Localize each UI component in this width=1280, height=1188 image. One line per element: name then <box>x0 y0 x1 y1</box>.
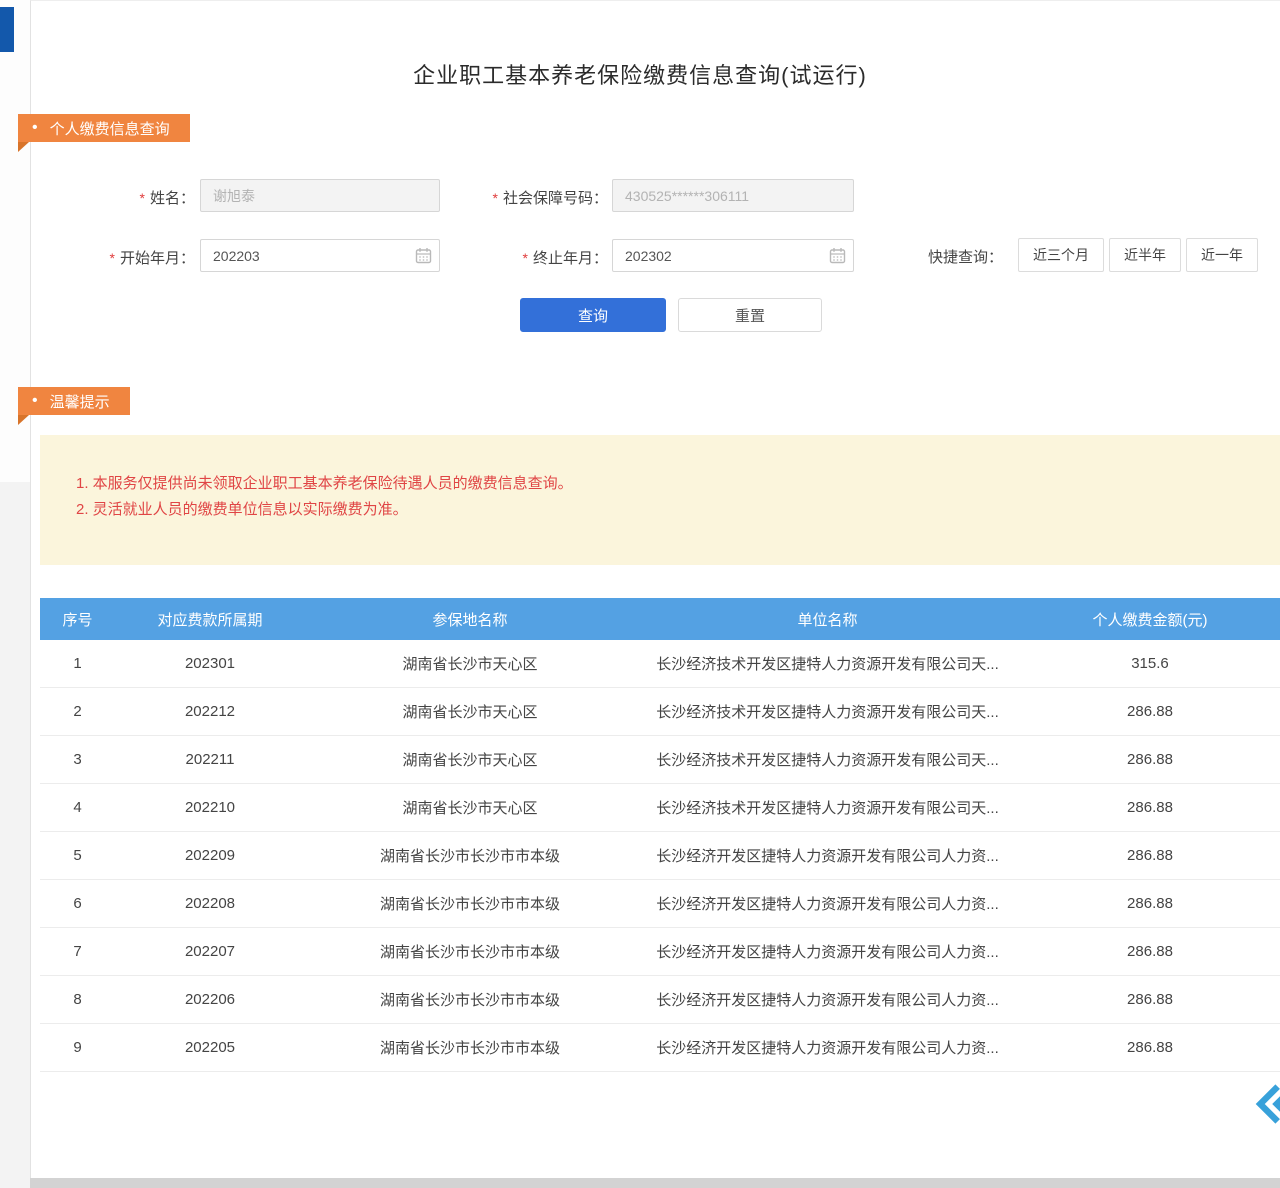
table-header-row: 序号 对应费款所属期 参保地名称 单位名称 个人缴费金额(元) <box>40 598 1280 640</box>
badge-fold-decoration <box>18 142 29 152</box>
header-index: 序号 <box>40 609 115 630</box>
cell-amount: 286.88 <box>1020 799 1280 816</box>
cell-place: 湖南省长沙市长沙市市本级 <box>305 989 635 1010</box>
table-row: 4 202210 湖南省长沙市天心区 长沙经济技术开发区捷特人力资源开发有限公司… <box>40 784 1280 832</box>
cell-index: 1 <box>40 655 115 672</box>
table-row: 2 202212 湖南省长沙市天心区 长沙经济技术开发区捷特人力资源开发有限公司… <box>40 688 1280 736</box>
collapse-chevron-icon[interactable] <box>1252 1082 1280 1126</box>
cell-company: 长沙经济开发区捷特人力资源开发有限公司人力资... <box>635 845 1020 866</box>
cell-period: 202209 <box>115 847 305 864</box>
cell-amount: 286.88 <box>1020 991 1280 1008</box>
warning-panel: 1. 本服务仅提供尚未领取企业职工基本养老保险待遇人员的缴费信息查询。 2. 灵… <box>40 435 1280 565</box>
table-body: 1 202301 湖南省长沙市天心区 长沙经济技术开发区捷特人力资源开发有限公司… <box>40 640 1280 1072</box>
cell-index: 6 <box>40 895 115 912</box>
name-label: *姓名： <box>80 187 195 208</box>
bullet-icon: • <box>32 393 38 409</box>
quick-option-2[interactable]: 近一年 <box>1186 238 1258 272</box>
cell-place: 湖南省长沙市天心区 <box>305 797 635 818</box>
cell-company: 长沙经济技术开发区捷特人力资源开发有限公司天... <box>635 701 1020 722</box>
cell-period: 202207 <box>115 943 305 960</box>
cell-company: 长沙经济开发区捷特人力资源开发有限公司人力资... <box>635 989 1020 1010</box>
cell-place: 湖南省长沙市长沙市市本级 <box>305 893 635 914</box>
section-badge-personal-query: • 个人缴费信息查询 <box>18 114 190 142</box>
cell-place: 湖南省长沙市长沙市市本级 <box>305 941 635 962</box>
cell-index: 3 <box>40 751 115 768</box>
cell-place: 湖南省长沙市天心区 <box>305 701 635 722</box>
table-row: 5 202209 湖南省长沙市长沙市市本级 长沙经济开发区捷特人力资源开发有限公… <box>40 832 1280 880</box>
bottom-scrollbar[interactable] <box>30 1178 1280 1188</box>
cell-period: 202212 <box>115 703 305 720</box>
cell-company: 长沙经济开发区捷特人力资源开发有限公司人力资... <box>635 1037 1020 1058</box>
cell-index: 2 <box>40 703 115 720</box>
end-date-label: *终止年月： <box>482 247 608 268</box>
table-row: 7 202207 湖南省长沙市长沙市市本级 长沙经济开发区捷特人力资源开发有限公… <box>40 928 1280 976</box>
cell-company: 长沙经济技术开发区捷特人力资源开发有限公司天... <box>635 797 1020 818</box>
bullet-icon: • <box>32 120 38 136</box>
cell-amount: 286.88 <box>1020 943 1280 960</box>
start-date-field[interactable] <box>200 239 440 272</box>
table-row: 6 202208 湖南省长沙市长沙市市本级 长沙经济开发区捷特人力资源开发有限公… <box>40 880 1280 928</box>
table-row: 3 202211 湖南省长沙市天心区 长沙经济技术开发区捷特人力资源开发有限公司… <box>40 736 1280 784</box>
table-row: 8 202206 湖南省长沙市长沙市市本级 长沙经济开发区捷特人力资源开发有限公… <box>40 976 1280 1024</box>
cell-index: 9 <box>40 1039 115 1056</box>
end-date-field[interactable] <box>612 239 854 272</box>
cell-amount: 286.88 <box>1020 1039 1280 1056</box>
cell-company: 长沙经济开发区捷特人力资源开发有限公司人力资... <box>635 941 1020 962</box>
query-button[interactable]: 查询 <box>520 298 666 332</box>
cell-period: 202208 <box>115 895 305 912</box>
cell-amount: 286.88 <box>1020 703 1280 720</box>
warning-line-2: 2. 灵活就业人员的缴费单位信息以实际缴费为准。 <box>76 497 1280 523</box>
cell-period: 202210 <box>115 799 305 816</box>
ssn-field[interactable] <box>612 179 854 212</box>
cell-period: 202301 <box>115 655 305 672</box>
section-badge-label: 个人缴费信息查询 <box>50 118 170 139</box>
cell-company: 长沙经济技术开发区捷特人力资源开发有限公司天... <box>635 653 1020 674</box>
section-badge-tips: • 温馨提示 <box>18 387 130 415</box>
cell-place: 湖南省长沙市天心区 <box>305 749 635 770</box>
cell-index: 4 <box>40 799 115 816</box>
name-field[interactable] <box>200 179 440 212</box>
header-period: 对应费款所属期 <box>115 609 305 630</box>
cell-place: 湖南省长沙市长沙市市本级 <box>305 845 635 866</box>
cell-index: 8 <box>40 991 115 1008</box>
required-icon: * <box>140 190 145 206</box>
required-icon: * <box>110 250 115 266</box>
pension-query-page: 企业职工基本养老保险缴费信息查询(试运行) • 个人缴费信息查询 *姓名： *社… <box>0 0 1280 1188</box>
cell-amount: 286.88 <box>1020 895 1280 912</box>
cell-company: 长沙经济技术开发区捷特人力资源开发有限公司天... <box>635 749 1020 770</box>
cell-period: 202211 <box>115 751 305 768</box>
cell-index: 5 <box>40 847 115 864</box>
page-title: 企业职工基本养老保险缴费信息查询(试运行) <box>0 58 1280 90</box>
cell-amount: 286.88 <box>1020 847 1280 864</box>
sidebar-collapsed-tab[interactable] <box>0 7 14 52</box>
quick-query-buttons: 近三个月近半年近一年 <box>1018 238 1258 272</box>
required-icon: * <box>493 190 498 206</box>
cell-amount: 286.88 <box>1020 751 1280 768</box>
quick-option-0[interactable]: 近三个月 <box>1018 238 1104 272</box>
warning-line-1: 1. 本服务仅提供尚未领取企业职工基本养老保险待遇人员的缴费信息查询。 <box>76 471 1280 497</box>
section-badge-label: 温馨提示 <box>50 391 110 412</box>
header-amount: 个人缴费金额(元) <box>1020 609 1280 630</box>
header-place: 参保地名称 <box>305 609 635 630</box>
header-company: 单位名称 <box>635 609 1020 630</box>
cell-period: 202205 <box>115 1039 305 1056</box>
reset-button[interactable]: 重置 <box>678 298 822 332</box>
table-row: 9 202205 湖南省长沙市长沙市市本级 长沙经济开发区捷特人力资源开发有限公… <box>40 1024 1280 1072</box>
cell-place: 湖南省长沙市天心区 <box>305 653 635 674</box>
quick-query-label: 快捷查询： <box>928 246 1003 267</box>
start-date-label: *开始年月： <box>70 247 195 268</box>
ssn-label: *社会保障号码： <box>450 187 608 208</box>
cell-index: 7 <box>40 943 115 960</box>
results-table: 序号 对应费款所属期 参保地名称 单位名称 个人缴费金额(元) 1 202301… <box>40 598 1280 1072</box>
quick-option-1[interactable]: 近半年 <box>1109 238 1181 272</box>
cell-place: 湖南省长沙市长沙市市本级 <box>305 1037 635 1058</box>
required-icon: * <box>523 250 528 266</box>
badge-fold-decoration <box>18 415 29 425</box>
cell-company: 长沙经济开发区捷特人力资源开发有限公司人力资... <box>635 893 1020 914</box>
cell-amount: 315.6 <box>1020 655 1280 672</box>
cell-period: 202206 <box>115 991 305 1008</box>
table-row: 1 202301 湖南省长沙市天心区 长沙经济技术开发区捷特人力资源开发有限公司… <box>40 640 1280 688</box>
